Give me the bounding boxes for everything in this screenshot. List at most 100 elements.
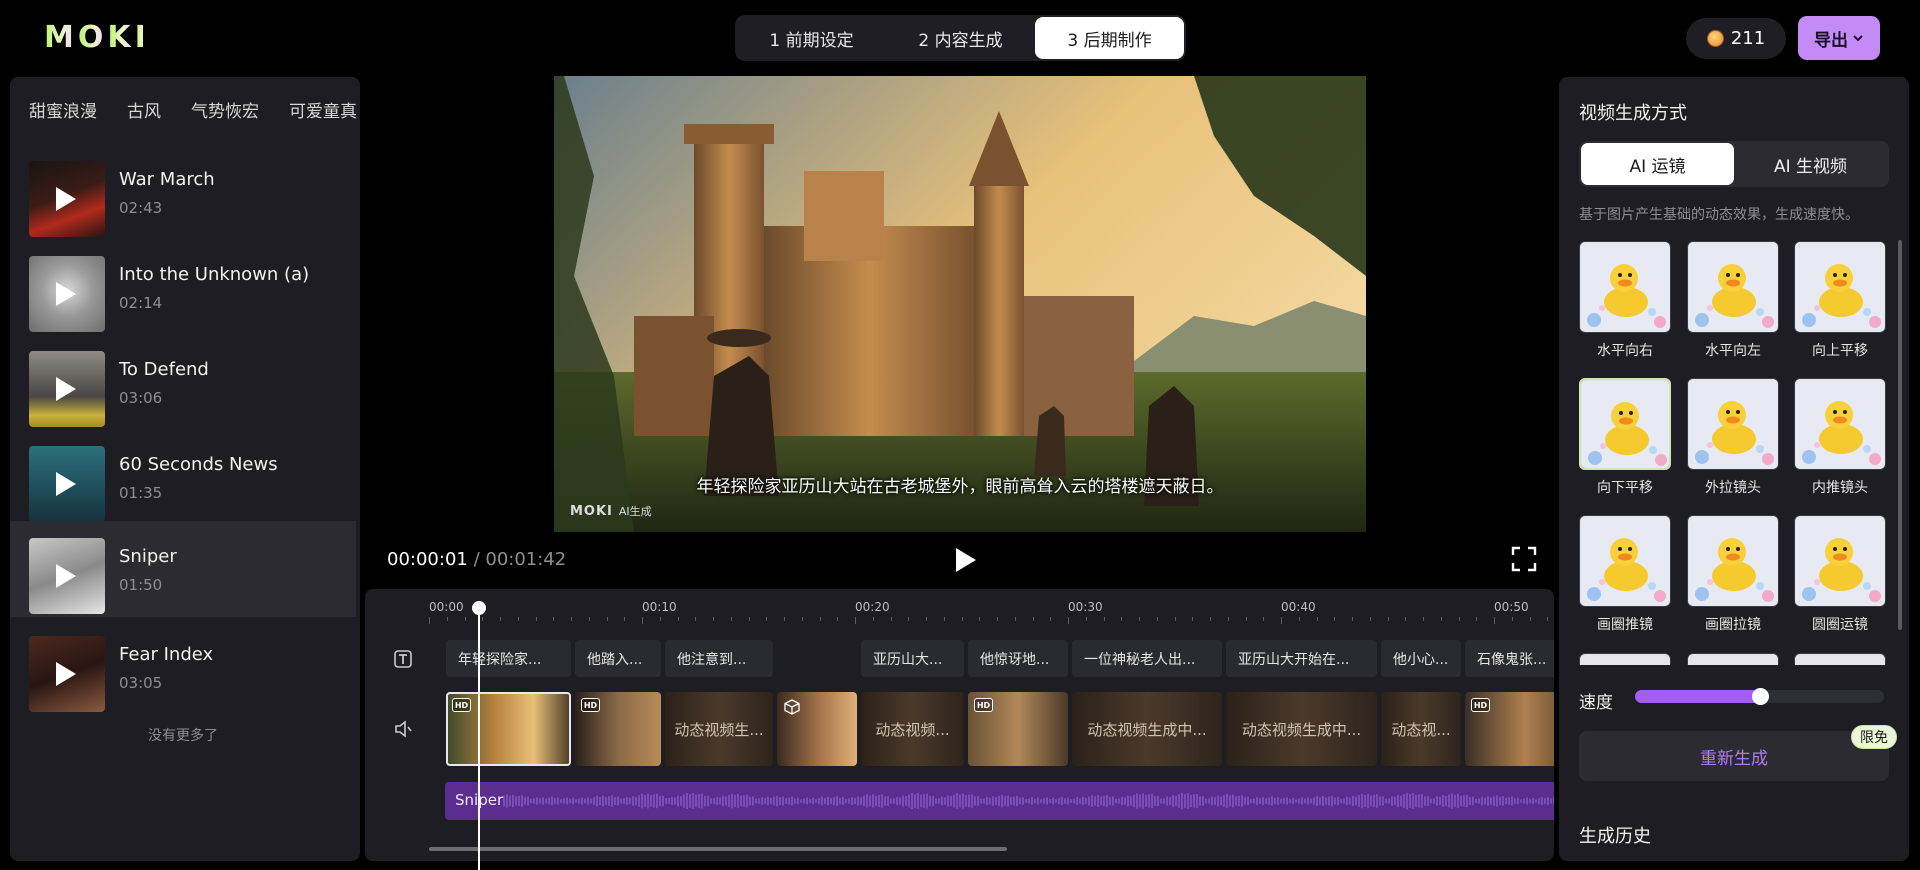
video-clip[interactable]: HD bbox=[1465, 692, 1554, 766]
text-clip[interactable]: 他注意到... bbox=[665, 640, 773, 677]
text-clip[interactable]: 他踏入... bbox=[575, 640, 661, 677]
timeline-scrollbar[interactable] bbox=[429, 847, 1007, 851]
music-item[interactable]: To Defend 03:06 bbox=[10, 334, 356, 428]
timeline-playhead[interactable] bbox=[478, 601, 480, 870]
ruler-label: 00:00 bbox=[429, 600, 464, 614]
logo-letter-i: I bbox=[134, 20, 147, 55]
play-icon[interactable] bbox=[952, 546, 978, 574]
ruler-tick bbox=[855, 617, 856, 624]
text-clip[interactable]: 他惊讶地... bbox=[968, 640, 1068, 677]
text-clip[interactable]: 一位神秘老人出... bbox=[1072, 640, 1222, 677]
play-icon bbox=[56, 282, 76, 306]
play-icon bbox=[56, 472, 76, 496]
music-item[interactable]: Into the Unknown (a) 02:14 bbox=[10, 239, 356, 333]
effect-label: 向下平移 bbox=[1597, 480, 1653, 496]
ruler-tick bbox=[624, 617, 626, 621]
speed-slider[interactable] bbox=[1635, 688, 1884, 705]
effect-card[interactable]: 画圈拉镜 bbox=[1687, 515, 1779, 634]
effects-scrollbar[interactable] bbox=[1898, 240, 1902, 630]
ruler-tick bbox=[677, 617, 679, 621]
ruler-tick bbox=[890, 617, 892, 621]
effect-card[interactable]: 水平向左 bbox=[1687, 241, 1779, 360]
music-duration: 02:43 bbox=[119, 199, 163, 217]
duck-thumbnail bbox=[1687, 241, 1779, 333]
coin-balance[interactable]: 211 bbox=[1686, 18, 1786, 59]
ruler-tick bbox=[766, 617, 768, 621]
effect-card-partial[interactable] bbox=[1579, 653, 1671, 665]
music-item[interactable]: Fear Index 03:05 bbox=[10, 619, 356, 713]
playhead-handle[interactable] bbox=[472, 601, 486, 615]
hd-icon: HD bbox=[974, 698, 993, 712]
effect-card[interactable]: 内推镜头 bbox=[1794, 378, 1886, 497]
video-clip[interactable] bbox=[777, 692, 857, 766]
volume-icon[interactable] bbox=[393, 719, 413, 739]
speed-slider-fill bbox=[1635, 690, 1760, 703]
effect-card[interactable]: 圆圈运镜 bbox=[1794, 515, 1886, 634]
ruler-tick bbox=[1139, 617, 1140, 621]
video-clip-generating[interactable]: 动态视频... bbox=[861, 692, 964, 766]
text-clip[interactable]: 年轻探险家... bbox=[446, 640, 571, 677]
text-clip[interactable]: 石像鬼张... bbox=[1465, 640, 1554, 677]
coin-icon bbox=[1706, 30, 1724, 47]
video-clip[interactable]: HD bbox=[968, 692, 1068, 766]
category-cute-childlike[interactable]: 可爱童真 bbox=[289, 97, 357, 122]
tab-step-3[interactable]: 3 后期制作 bbox=[1035, 17, 1184, 59]
moki-logo[interactable]: M O K I bbox=[44, 22, 146, 54]
effect-card[interactable]: 外拉镜头 bbox=[1687, 378, 1779, 497]
video-clip-generating[interactable]: 动态视频生成中... bbox=[1072, 692, 1222, 766]
effect-card[interactable]: 画圈推镜 bbox=[1579, 515, 1671, 634]
time-total: / 00:01:42 bbox=[473, 549, 567, 570]
duck-thumbnail bbox=[1579, 515, 1671, 607]
ruler-tick bbox=[1334, 617, 1336, 621]
video-clip-generating[interactable]: 动态视... bbox=[1381, 692, 1461, 766]
fullscreen-icon[interactable] bbox=[1511, 546, 1537, 572]
tab-step-2[interactable]: 2 内容生成 bbox=[886, 17, 1035, 59]
ruler-tick bbox=[1316, 617, 1318, 621]
video-preview[interactable]: 年轻探险家亚历山大站在古老城堡外，眼前高耸入云的塔楼遮天蔽日。 MOKI AI生… bbox=[554, 76, 1366, 532]
video-clip-selected[interactable]: HD bbox=[446, 692, 571, 766]
mode-ai-camera[interactable]: AI 运镜 bbox=[1581, 143, 1734, 185]
effect-card[interactable]: 水平向右 bbox=[1579, 241, 1671, 360]
speed-slider-handle[interactable] bbox=[1751, 688, 1769, 705]
music-item[interactable]: 60 Seconds News 01:35 bbox=[10, 429, 356, 523]
ruler-tick bbox=[926, 617, 927, 621]
effect-label: 向上平移 bbox=[1812, 343, 1868, 359]
video-clip-generating[interactable]: 动态视频生... bbox=[665, 692, 773, 766]
effect-card[interactable]: 向上平移 bbox=[1794, 241, 1886, 360]
text-track-icon bbox=[394, 650, 412, 668]
music-duration: 03:05 bbox=[119, 674, 163, 692]
export-button[interactable]: 导出 bbox=[1798, 16, 1880, 60]
effect-card-partial[interactable] bbox=[1687, 653, 1779, 665]
ruler-tick bbox=[1458, 617, 1460, 621]
video-clip-generating[interactable]: 动态视频生成中... bbox=[1226, 692, 1377, 766]
text-clip[interactable]: 亚历山大开始在... bbox=[1226, 640, 1377, 677]
chevron-down-icon bbox=[1853, 35, 1863, 42]
text-clip[interactable]: 他小心... bbox=[1381, 640, 1461, 677]
music-item-selected[interactable]: Sniper 01:50 bbox=[10, 521, 356, 617]
audio-track[interactable]: Sniper bbox=[445, 782, 1554, 820]
regenerate-button[interactable]: 重新生成 bbox=[1579, 731, 1889, 781]
preview-scene-image bbox=[554, 76, 1366, 532]
category-epic[interactable]: 气势恢宏 bbox=[191, 97, 259, 122]
ruler-tick bbox=[908, 617, 910, 621]
audio-waveform bbox=[503, 792, 1554, 810]
music-cover bbox=[29, 161, 105, 237]
text-clip[interactable]: 亚历山大... bbox=[861, 640, 964, 677]
category-sweet-romance[interactable]: 甜蜜浪漫 bbox=[29, 97, 97, 122]
music-title: To Defend bbox=[119, 359, 209, 380]
music-category-tabs: 甜蜜浪漫 古风 气势恢宏 可爱童真 bbox=[29, 97, 357, 122]
play-icon bbox=[56, 187, 76, 211]
tab-step-1[interactable]: 1 前期设定 bbox=[737, 17, 886, 59]
duck-thumbnail bbox=[1794, 241, 1886, 333]
music-item[interactable]: War March 02:43 bbox=[10, 144, 356, 238]
ruler-tick bbox=[748, 617, 750, 621]
ruler-label: 00:20 bbox=[855, 600, 890, 614]
effect-card-partial[interactable] bbox=[1794, 653, 1886, 665]
mode-ai-video[interactable]: AI 生视频 bbox=[1734, 143, 1887, 185]
effect-label: 外拉镜头 bbox=[1705, 480, 1761, 496]
video-clip[interactable]: HD bbox=[575, 692, 661, 766]
ruler-tick bbox=[446, 617, 448, 621]
ruler-tick bbox=[1192, 617, 1194, 621]
category-ancient-style[interactable]: 古风 bbox=[127, 97, 161, 122]
effect-card[interactable]: 向下平移 bbox=[1579, 378, 1671, 497]
